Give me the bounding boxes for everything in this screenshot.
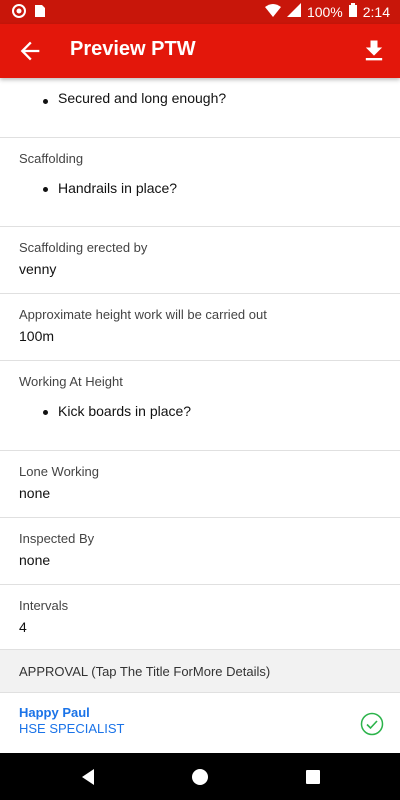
notification-icon <box>12 4 26 21</box>
app-bar: Preview PTW <box>0 24 400 78</box>
wifi-icon <box>264 3 281 20</box>
list-item: Kick boards in place? <box>19 389 381 447</box>
download-icon[interactable] <box>360 37 388 65</box>
field-value: venny <box>19 261 57 277</box>
list-item: Handrails in place? <box>19 166 381 224</box>
recents-nav-icon[interactable] <box>303 767 323 787</box>
approver-name: Happy Paul <box>19 705 90 720</box>
status-bar: 100% 2:14 <box>0 0 400 24</box>
list-item: Secured and long enough? <box>19 78 381 134</box>
battery-percent: 100% <box>306 3 343 20</box>
section-scaffolding: Scaffolding Handrails in place? <box>0 138 400 227</box>
section-approx-height: Approximate height work will be carried … <box>0 294 400 361</box>
ptw-details: Secured and long enough? Scaffolding Han… <box>0 78 400 753</box>
approver-item[interactable]: Happy Paul HSE SPECIALIST <box>0 693 400 753</box>
field-value: 4 <box>19 619 27 635</box>
back-nav-icon[interactable] <box>78 767 98 787</box>
section-securing: Secured and long enough? <box>0 78 400 138</box>
field-label: Inspected By <box>19 531 95 546</box>
home-nav-icon[interactable] <box>190 767 210 787</box>
field-value: none <box>19 552 51 568</box>
approved-check-icon <box>360 712 384 736</box>
approver-role: HSE SPECIALIST <box>19 721 125 736</box>
sim-card-icon <box>34 4 46 21</box>
field-label: Approximate height work will be carried … <box>19 307 267 322</box>
field-label: Lone Working <box>19 464 99 479</box>
section-lone-working: Lone Working none <box>0 451 400 518</box>
field-value: none <box>19 485 51 501</box>
field-label: Intervals <box>19 598 69 613</box>
clock: 2:14 <box>362 3 390 20</box>
approval-header[interactable]: APPROVAL (Tap The Title ForMore Details) <box>0 650 400 693</box>
section-working-at-height: Working At Height Kick boards in place? <box>0 361 400 451</box>
signal-icon <box>286 3 301 20</box>
system-nav-bar <box>0 753 400 800</box>
page-title: Preview PTW <box>70 38 196 60</box>
battery-icon <box>348 3 357 20</box>
field-label: Scaffolding <box>19 151 84 166</box>
section-inspected-by: Inspected By none <box>0 518 400 585</box>
section-scaffolding-erected-by: Scaffolding erected by venny <box>0 227 400 294</box>
section-intervals: Intervals 4 <box>0 585 400 650</box>
back-arrow-icon[interactable] <box>16 37 44 65</box>
field-label: Scaffolding erected by <box>19 240 148 255</box>
field-value: 100m <box>19 328 55 344</box>
field-label: Working At Height <box>19 374 123 389</box>
